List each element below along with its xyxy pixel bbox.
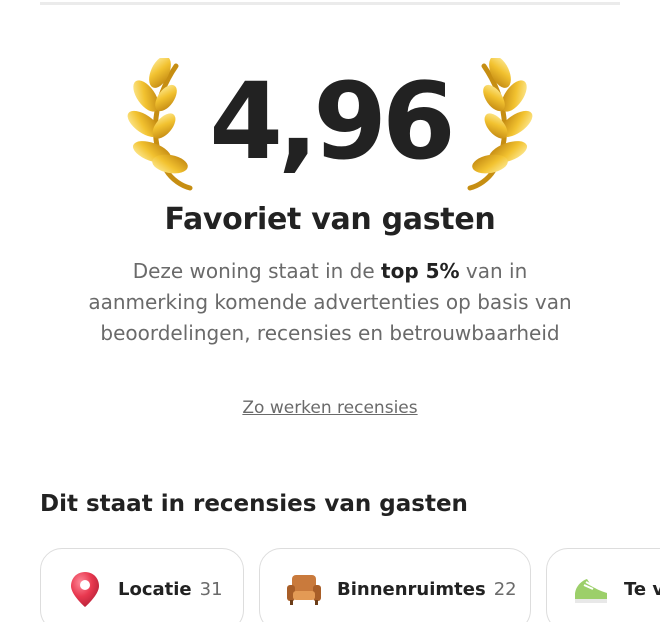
review-chip-binnenruimtes[interactable]: Binnenruimtes 22 bbox=[259, 548, 531, 622]
badge-title: Favoriet van gasten bbox=[164, 202, 496, 237]
chip-label-text: Te v bbox=[624, 579, 660, 600]
location-pin-icon bbox=[71, 572, 99, 607]
chip-label: Te v bbox=[624, 577, 660, 603]
reviews-link-row: Zo werken recensies bbox=[0, 395, 660, 421]
review-chip-partial[interactable]: Te v bbox=[546, 548, 660, 622]
rating-value: 4,96 bbox=[209, 60, 456, 183]
chip-count: 22 bbox=[493, 579, 517, 600]
chip-label-text: Binnenruimtes bbox=[337, 579, 486, 600]
rating-row: 4,96 bbox=[0, 58, 660, 198]
reviews-section-title: Dit staat in recensies van gasten bbox=[40, 491, 468, 517]
chip-label: Locatie 31 bbox=[118, 577, 223, 603]
laurel-right-icon bbox=[467, 58, 533, 191]
sneaker-icon bbox=[575, 579, 607, 603]
how-reviews-work-link[interactable]: Zo werken recensies bbox=[242, 398, 417, 418]
chip-count: 31 bbox=[199, 579, 223, 600]
review-chip-locatie[interactable]: Locatie 31 bbox=[40, 548, 244, 622]
badge-description: Deze woning staat in de top 5% van in aa… bbox=[80, 256, 580, 349]
guest-favorite-panel: 4,96 Favoriet van gasten Deze woning sta… bbox=[0, 0, 660, 622]
top-divider bbox=[40, 2, 620, 5]
armchair-icon bbox=[287, 575, 321, 605]
chip-label: Binnenruimtes 22 bbox=[337, 577, 517, 603]
badge-description-start: Deze woning staat in de bbox=[132, 259, 382, 283]
chip-label-text: Locatie bbox=[118, 579, 192, 600]
badge-description-highlight: top 5% bbox=[381, 259, 460, 283]
